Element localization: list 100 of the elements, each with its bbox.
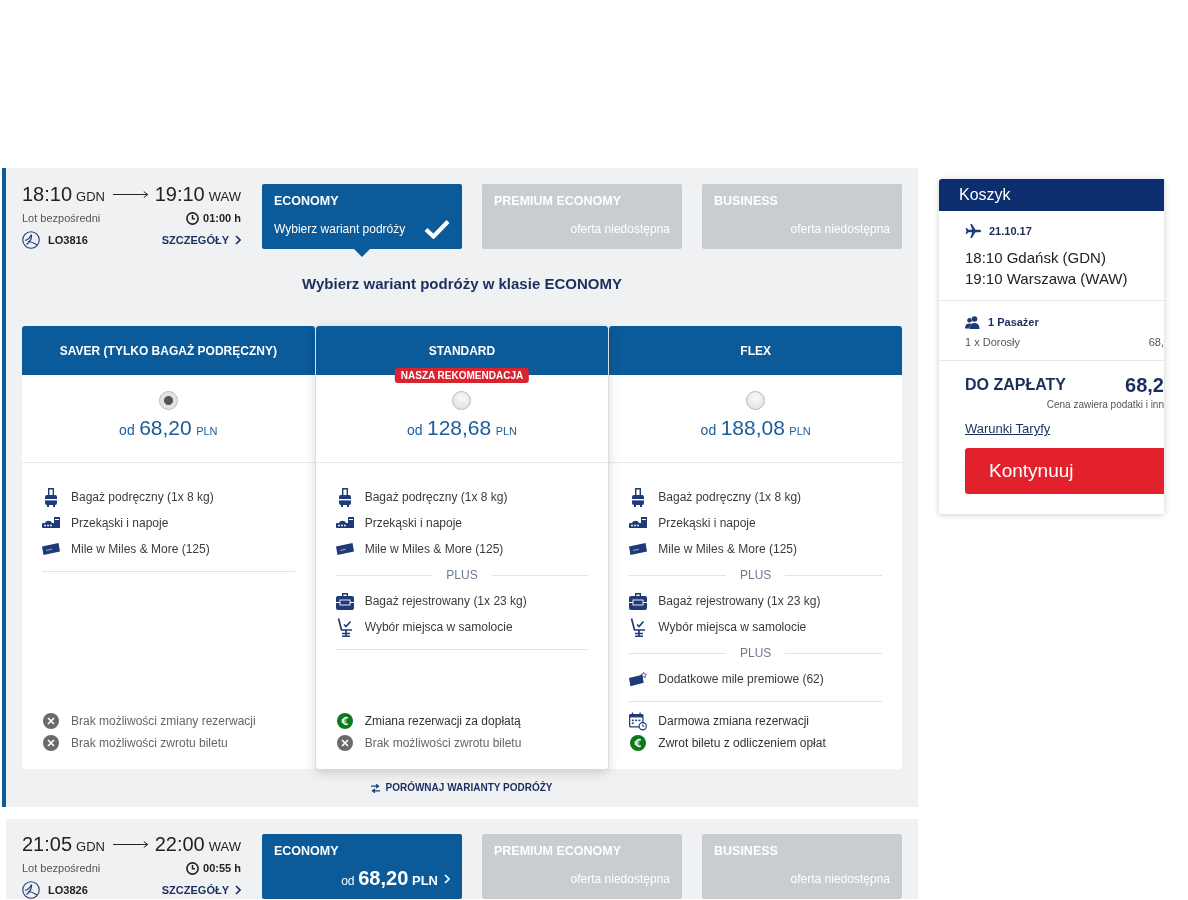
flight-type: Lot bezpośredni xyxy=(22,212,101,224)
details-link[interactable]: SZCZEGÓŁY xyxy=(161,884,241,896)
suitcase-icon xyxy=(44,487,58,507)
plus-label: PLUS xyxy=(740,568,772,582)
class-tab[interactable]: ECONOMY Wybierz wariant podróży xyxy=(262,184,462,249)
feature-text: Bagaż rejestrowany (1x 23 kg) xyxy=(364,594,527,608)
calendar-clock-icon xyxy=(629,711,648,731)
class-name: ECONOMY xyxy=(274,844,340,858)
logo-icon xyxy=(22,881,40,899)
condition-text: Brak możliwości zwrotu biletu xyxy=(364,736,522,750)
total-label: DO ZAPŁATY xyxy=(965,376,1067,394)
feature-text: Mile w Miles & More (125) xyxy=(658,542,798,556)
plus-label: PLUS xyxy=(740,646,772,660)
condition-text: Zmiana rezerwacji za dopłatą xyxy=(364,714,521,728)
arrow-icon xyxy=(112,840,150,848)
continue-button[interactable]: Kontynuuj xyxy=(965,448,1164,494)
fare-header: SAVER (TYLKO BAGAŻ PODRĘCZNY) xyxy=(22,326,315,375)
luggage-icon xyxy=(335,592,354,610)
condition-text: Brak możliwości zmiany rezerwacji xyxy=(71,714,256,728)
chevron-icon xyxy=(235,235,241,245)
flight-type: Lot bezpośredni xyxy=(22,862,101,874)
clock-icon xyxy=(186,211,200,225)
condition-text: Darmowa zmiana rezerwacji xyxy=(658,714,810,728)
airport-code: GDN xyxy=(76,188,105,206)
total-price: 68,2 xyxy=(1125,373,1164,397)
duration: 00:55 h xyxy=(203,862,241,874)
arrow-icon xyxy=(112,190,150,198)
tab-note: Wybierz wariant podróży xyxy=(274,222,406,236)
itinerary-line: 19:10 Warszawa (WAW) xyxy=(965,269,1129,289)
fare-header: FLEX xyxy=(609,326,902,375)
airport-code: WAW xyxy=(208,838,241,856)
airport-code: GDN xyxy=(76,838,105,856)
feature-text: Przekąski i napoje xyxy=(71,516,169,530)
duration: 01:00 h xyxy=(203,212,241,224)
passenger-count: 1 Pasażer xyxy=(988,316,1039,328)
feature-text: Wybór miejsca w samolocie xyxy=(658,620,807,634)
suitcase-icon xyxy=(631,487,646,507)
people-icon xyxy=(965,315,980,329)
card-icon xyxy=(629,542,648,556)
chevron-icon xyxy=(235,885,241,895)
plus-label: PLUS xyxy=(446,568,478,582)
flight-number: LO3826 xyxy=(48,884,88,896)
arrival-time: 22:00 xyxy=(154,834,205,854)
terms-link[interactable]: Warunki Taryfy xyxy=(965,420,1051,437)
card-star-icon xyxy=(629,671,648,687)
clock-icon xyxy=(186,861,200,875)
tab-price: od 68,20 PLN xyxy=(341,867,438,890)
card-icon xyxy=(42,542,60,556)
feature-text: Dodatkowe mile premiowe (62) xyxy=(658,672,824,686)
flight-date: 21.10.17 xyxy=(989,225,1032,237)
passenger-price: 68, xyxy=(1148,335,1164,349)
itinerary-line: 18:10 Gdańsk (GDN) xyxy=(965,248,1107,268)
seat-icon xyxy=(630,617,647,637)
tray-icon xyxy=(629,517,648,529)
condition-text: Zwrot biletu z odliczeniem opłat xyxy=(658,736,826,750)
details-link[interactable]: SZCZEGÓŁY xyxy=(161,234,241,246)
compare-link[interactable]: PORÓWNAJ WARIANTY PODRÓŻY xyxy=(371,780,553,796)
feature-text: Bagaż rejestrowany (1x 23 kg) xyxy=(658,594,821,608)
departure-time: 21:05 xyxy=(22,834,73,854)
feature-text: Bagaż podręczny (1x 8 kg) xyxy=(658,490,802,504)
arrival-time: 19:10 xyxy=(154,184,205,204)
fare-price: od 128,68 PLN xyxy=(406,416,518,441)
tray-icon xyxy=(42,517,60,529)
recommendation-badge: NASZA REKOMENDACJA xyxy=(394,368,530,383)
pointer-icon xyxy=(354,249,370,257)
fares-title: Wybierz wariant podróży w klasie ECONOMY xyxy=(301,274,623,294)
euro-icon xyxy=(630,735,647,751)
swap-arrows-icon xyxy=(371,783,381,793)
seat-icon xyxy=(336,617,353,637)
feature-text: Mile w Miles & More (125) xyxy=(364,542,504,556)
flight-number: LO3816 xyxy=(48,234,88,246)
feature-text: Bagaż podręczny (1x 8 kg) xyxy=(364,490,508,504)
check-icon xyxy=(424,219,450,239)
plane-icon xyxy=(965,224,981,238)
cart-title: Koszyk xyxy=(939,179,1164,211)
chevron-icon xyxy=(444,873,450,884)
suitcase-icon xyxy=(337,487,352,507)
feature-text: Wybór miejsca w samolocie xyxy=(364,620,513,634)
euro-icon xyxy=(336,713,353,729)
logo-icon xyxy=(22,231,40,249)
departure-time: 18:10 xyxy=(22,184,73,204)
feature-text: Przekąski i napoje xyxy=(658,516,756,530)
radio-button[interactable] xyxy=(158,391,178,410)
fare-price: od 188,08 PLN xyxy=(700,416,811,441)
cross-icon xyxy=(43,713,59,729)
cross-icon xyxy=(43,735,59,751)
class-tab[interactable]: ECONOMY od 68,20 PLN xyxy=(262,834,462,899)
feature-text: Przekąski i napoje xyxy=(364,516,463,530)
radio-button[interactable] xyxy=(452,391,472,410)
card-icon xyxy=(335,542,354,556)
tax-note: Cena zawiera podatki i inn xyxy=(1046,398,1164,411)
passenger-type: 1 x Dorosły xyxy=(965,335,1021,349)
feature-text: Bagaż podręczny (1x 8 kg) xyxy=(71,490,214,504)
luggage-icon xyxy=(629,592,648,610)
feature-text: Mile w Miles & More (125) xyxy=(71,542,210,556)
radio-button[interactable] xyxy=(746,391,766,410)
class-name: ECONOMY xyxy=(274,194,340,208)
tray-icon xyxy=(335,517,354,529)
cross-icon xyxy=(336,735,353,751)
fare-price: od 68,20 PLN xyxy=(119,416,218,441)
